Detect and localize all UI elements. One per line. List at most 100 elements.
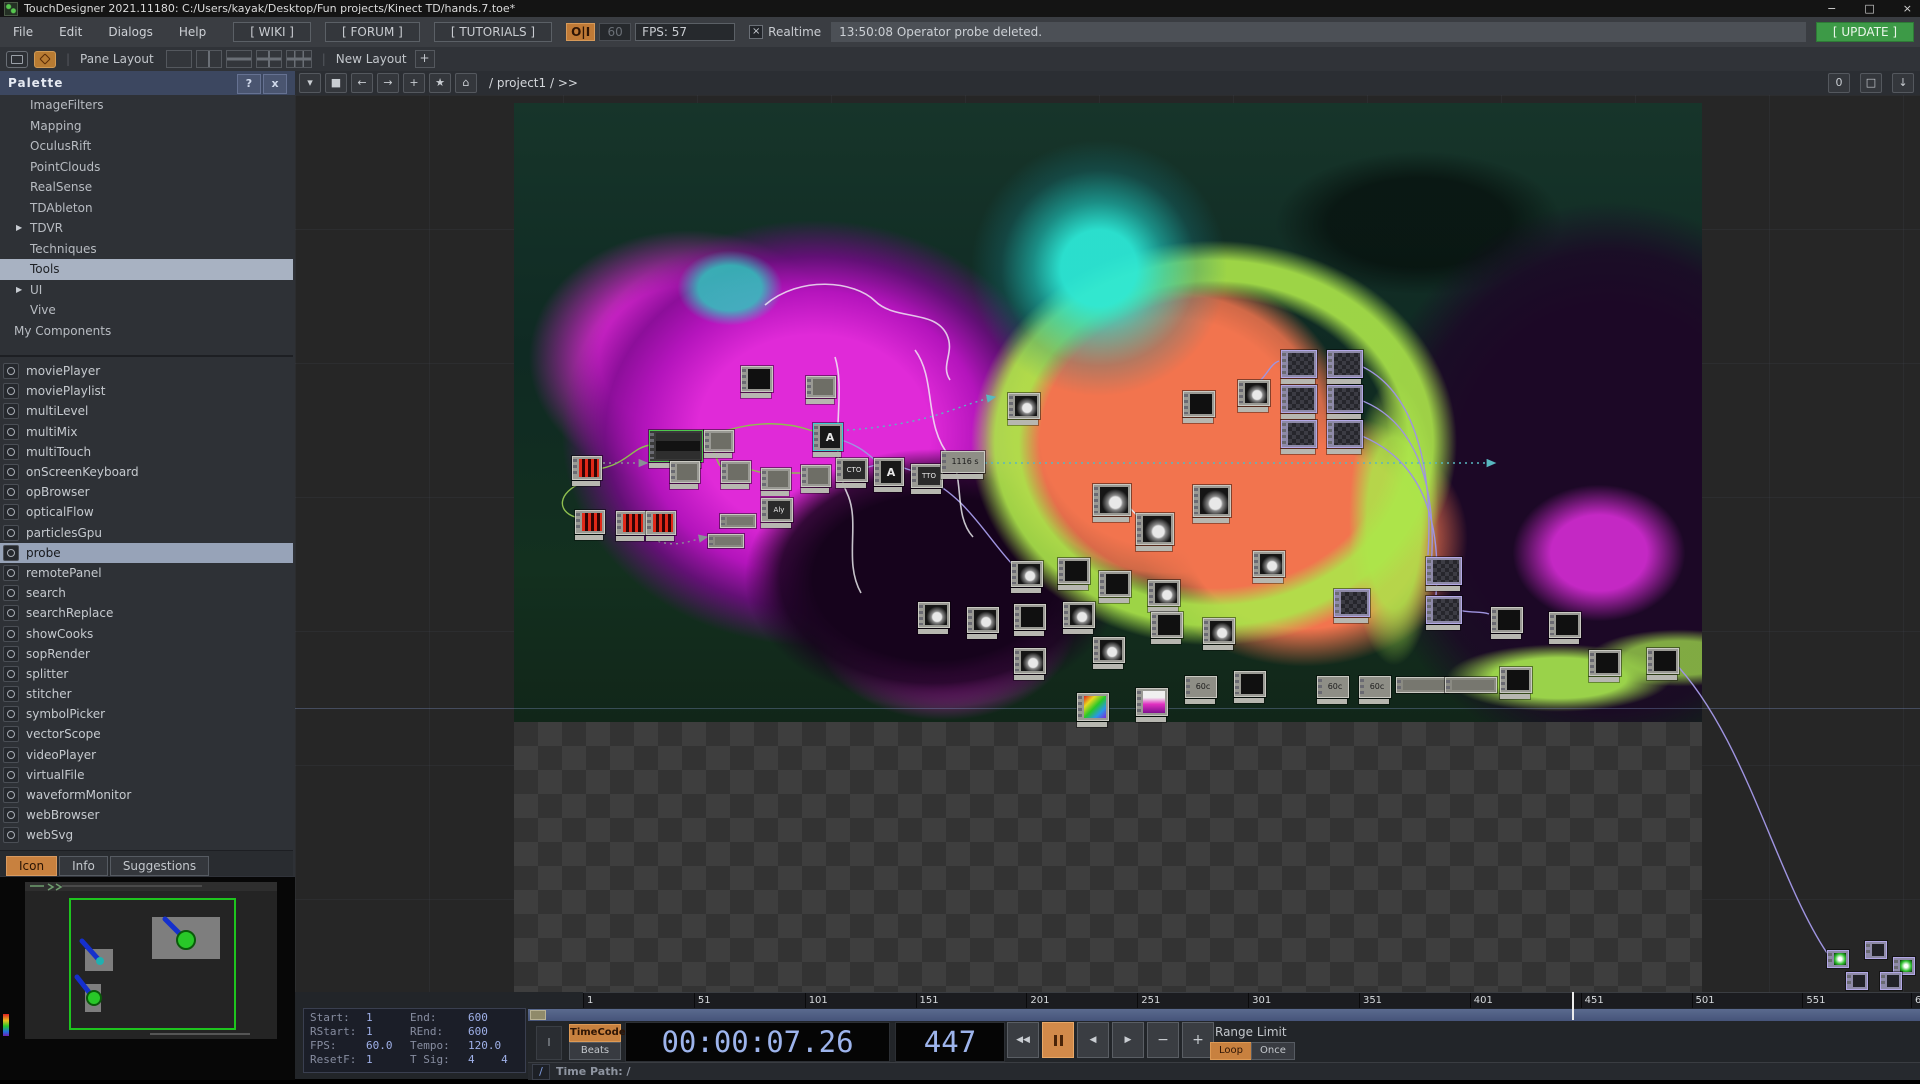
network-node[interactable] <box>1281 350 1317 378</box>
tab-suggestions[interactable]: Suggestions <box>110 856 209 876</box>
network-node[interactable] <box>918 602 950 628</box>
info-value[interactable]: 4 4 <box>468 1053 508 1067</box>
pane-layout-preset-four[interactable] <box>286 50 312 68</box>
palette-component-multiTouch[interactable]: multiTouch <box>0 442 293 462</box>
palette-component-symbolPicker[interactable]: symbolPicker <box>0 704 293 724</box>
network-node[interactable] <box>1099 571 1131 597</box>
palette-category-tdableton[interactable]: TDAbleton <box>0 198 293 219</box>
star-icon[interactable]: ★ <box>429 73 451 93</box>
network-node[interactable] <box>1148 580 1180 606</box>
timeline-options-button[interactable]: I <box>536 1026 562 1060</box>
beats-mode-button[interactable]: Beats <box>569 1042 621 1060</box>
network-node[interactable] <box>1281 420 1317 448</box>
info-value[interactable]: 1 <box>366 1053 410 1067</box>
palette-component-searchReplace[interactable]: searchReplace <box>0 603 293 623</box>
palette-category-my-components[interactable]: My Components <box>0 321 293 342</box>
network-node[interactable] <box>1014 648 1046 674</box>
palette-component-waveformMonitor[interactable]: waveformMonitor <box>0 785 293 805</box>
palette-category-mapping[interactable]: Mapping <box>0 116 293 137</box>
palette-component-sopRender[interactable]: sopRender <box>0 644 293 664</box>
network-canvas[interactable]: CTOATTO1116 sAAly60c60c60c <box>295 95 1920 992</box>
network-node[interactable] <box>806 376 836 398</box>
timecode-mode-button[interactable]: TimeCode <box>569 1024 621 1042</box>
forum-button[interactable]: [ FORUM ] <box>325 22 420 42</box>
network-node[interactable] <box>761 468 791 490</box>
palette-category-techniques[interactable]: Techniques <box>0 239 293 260</box>
pane-type-dropdown[interactable]: ▾ <box>299 73 321 93</box>
palette-category-ui[interactable]: ▶UI <box>0 280 293 301</box>
network-node[interactable] <box>1234 671 1266 697</box>
network-node[interactable] <box>1827 950 1849 968</box>
network-node[interactable] <box>1491 607 1523 633</box>
network-node[interactable]: A <box>874 458 904 486</box>
network-node[interactable] <box>649 430 703 462</box>
network-node[interactable]: 60c <box>1317 676 1349 698</box>
palette-component-virtualFile[interactable]: virtualFile <box>0 765 293 785</box>
network-node[interactable]: 1116 s <box>941 451 985 473</box>
network-node[interactable] <box>1136 688 1168 716</box>
network-node[interactable] <box>1203 618 1235 644</box>
network-node[interactable] <box>1253 551 1285 577</box>
network-node[interactable] <box>1426 557 1462 585</box>
maximize-pane-icon[interactable]: □ <box>1860 73 1882 93</box>
palette-component-onScreenKeyboard[interactable]: onScreenKeyboard <box>0 462 293 482</box>
network-node[interactable] <box>801 465 831 487</box>
forward-arrow-icon[interactable]: → <box>377 73 399 93</box>
expand-arrow-icon[interactable]: ▶ <box>16 218 22 239</box>
network-node[interactable] <box>1445 677 1497 693</box>
network-node[interactable] <box>1281 385 1317 413</box>
home-icon[interactable]: ⌂ <box>455 73 477 93</box>
palette-component-vectorScope[interactable]: vectorScope <box>0 724 293 744</box>
go-to-start-button[interactable]: ◀◀ <box>1007 1022 1039 1058</box>
time-path-icon[interactable]: / <box>532 1064 550 1080</box>
network-node[interactable] <box>708 534 744 548</box>
network-node[interactable] <box>1647 648 1679 674</box>
frame-decrement-button[interactable]: − <box>1147 1022 1179 1058</box>
breadcrumb[interactable]: / project1 / >> <box>489 76 578 90</box>
palette-component-remotePanel[interactable]: remotePanel <box>0 563 293 583</box>
menu-dialogs[interactable]: Dialogs <box>102 23 158 41</box>
network-node[interactable]: Aly <box>761 498 793 522</box>
midi-oi-button[interactable]: O|I <box>566 23 595 41</box>
network-node[interactable] <box>1093 484 1131 516</box>
palette-component-search[interactable]: search <box>0 583 293 603</box>
network-node[interactable] <box>1426 596 1462 624</box>
palette-close-button[interactable]: x <box>263 74 287 94</box>
info-value[interactable]: 600 <box>468 1025 488 1039</box>
palette-category-realsense[interactable]: RealSense <box>0 177 293 198</box>
info-value[interactable]: 120.0 <box>468 1039 501 1053</box>
network-node[interactable]: 60c <box>1185 676 1217 698</box>
network-node[interactable] <box>1500 667 1532 693</box>
palette-component-moviePlayer[interactable]: moviePlayer <box>0 361 293 381</box>
pane-layout-preset-three[interactable] <box>256 50 282 68</box>
palette-component-opBrowser[interactable]: opBrowser <box>0 482 293 502</box>
minimize-icon[interactable]: − <box>1827 2 1836 15</box>
step-forward-button[interactable]: ▶ <box>1112 1022 1144 1058</box>
palette-component-multiLevel[interactable]: multiLevel <box>0 401 293 421</box>
close-icon[interactable]: × <box>1903 2 1912 15</box>
info-value[interactable]: 60.0 <box>366 1039 410 1053</box>
network-node[interactable] <box>1093 637 1125 663</box>
window-placement-icon[interactable] <box>6 51 28 68</box>
network-node[interactable] <box>1063 602 1095 628</box>
network-node[interactable] <box>1011 561 1043 587</box>
menu-edit[interactable]: Edit <box>53 23 88 41</box>
palette-component-multiMix[interactable]: multiMix <box>0 422 293 442</box>
timeline-ruler[interactable]: 151101151201251301351401451501551600 <box>583 992 1920 1009</box>
palette-component-opticalFlow[interactable]: opticalFlow <box>0 502 293 522</box>
palette-component-splitter[interactable]: splitter <box>0 664 293 684</box>
palette-category-vive[interactable]: Vive <box>0 300 293 321</box>
info-value[interactable]: 1 <box>366 1011 410 1025</box>
network-node[interactable]: 60c <box>1359 676 1391 698</box>
expand-arrow-icon[interactable]: ▶ <box>16 280 22 301</box>
palette-component-videoPlayer[interactable]: videoPlayer <box>0 745 293 765</box>
network-node[interactable] <box>616 511 646 535</box>
update-button[interactable]: [ UPDATE ] <box>1816 22 1914 42</box>
pause-button[interactable] <box>1042 1022 1074 1058</box>
step-back-button[interactable]: ◀ <box>1077 1022 1109 1058</box>
network-node[interactable] <box>1334 589 1370 617</box>
info-value[interactable]: 600 <box>468 1011 488 1025</box>
palette-help-button[interactable]: ? <box>237 74 261 94</box>
palette-category-oculusrift[interactable]: OculusRift <box>0 136 293 157</box>
network-node[interactable] <box>1865 941 1887 959</box>
